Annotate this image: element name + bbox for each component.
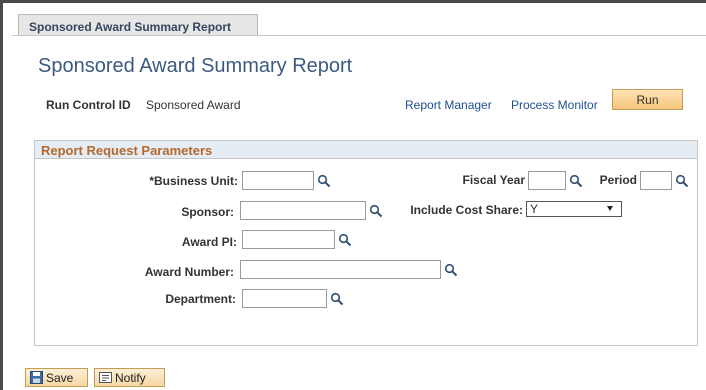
period-lookup-icon[interactable] <box>675 174 689 188</box>
chevron-down-icon <box>607 206 613 211</box>
report-request-parameters-panel: Report Request Parameters <box>34 140 698 346</box>
department-lookup-icon[interactable] <box>330 292 344 306</box>
save-floppy-icon <box>30 371 43 384</box>
sponsor-label: Sponsor: <box>181 205 234 219</box>
award-pi-label: Award PI: <box>181 235 237 249</box>
period-label: Period <box>599 173 637 187</box>
award-pi-lookup-icon[interactable] <box>338 233 352 247</box>
save-button[interactable]: Save <box>25 368 88 387</box>
include-cost-share-value: Y <box>530 202 539 216</box>
save-label: Save <box>46 371 74 385</box>
tab-divider <box>12 35 706 36</box>
fiscal-year-label: Fiscal Year <box>462 173 526 187</box>
business-unit-label: *Business Unit: <box>149 174 238 188</box>
process-monitor-link[interactable]: Process Monitor <box>511 98 598 112</box>
section-header: Report Request Parameters <box>35 141 697 159</box>
notify-label: Notify <box>115 371 146 385</box>
award-pi-input[interactable] <box>242 230 335 249</box>
business-unit-input[interactable] <box>242 171 314 190</box>
fiscal-year-input[interactable] <box>528 171 566 190</box>
department-input[interactable] <box>242 289 327 308</box>
run-control-value: Sponsored Award <box>146 98 241 112</box>
department-label: Department: <box>165 292 236 306</box>
award-number-lookup-icon[interactable] <box>444 263 458 277</box>
report-manager-link[interactable]: Report Manager <box>405 98 492 112</box>
sponsor-input[interactable] <box>240 201 366 220</box>
notify-button[interactable]: Notify <box>94 368 165 387</box>
notify-icon <box>99 372 112 383</box>
period-input[interactable] <box>640 171 672 190</box>
fiscal-year-lookup-icon[interactable] <box>569 174 583 188</box>
include-cost-share-label: Include Cost Share: <box>410 203 523 217</box>
award-number-input[interactable] <box>240 260 441 279</box>
run-button[interactable]: Run <box>612 89 683 110</box>
include-cost-share-select[interactable]: Y <box>526 201 622 217</box>
tab-sponsored-award-summary-report[interactable]: Sponsored Award Summary Report <box>18 14 258 36</box>
page-title: Sponsored Award Summary Report <box>38 55 353 77</box>
business-unit-lookup-icon[interactable] <box>317 174 331 188</box>
run-control-label: Run Control ID <box>46 98 131 112</box>
award-number-label: Award Number: <box>144 265 234 279</box>
sponsor-lookup-icon[interactable] <box>369 204 383 218</box>
